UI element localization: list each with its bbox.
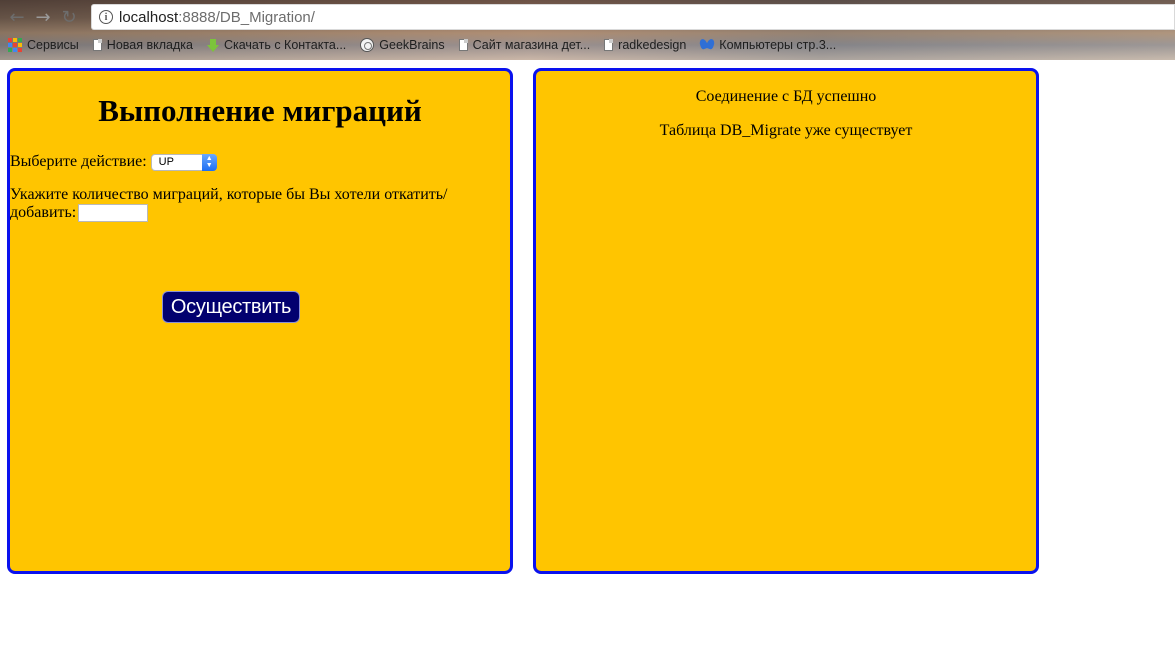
bookmark-shop[interactable]: Сайт магазина дет... bbox=[458, 38, 591, 52]
document-icon bbox=[92, 39, 102, 51]
bookmark-label: GeekBrains bbox=[379, 38, 445, 52]
bookmark-services[interactable]: Сервисы bbox=[8, 38, 79, 52]
action-row: Выберите действие: UP ▲ ▼ bbox=[10, 153, 217, 171]
count-row: Укажите количество миграций, которые бы … bbox=[10, 186, 480, 222]
info-icon[interactable]: i bbox=[99, 10, 113, 24]
apps-grid-icon bbox=[8, 38, 22, 52]
bookmarks-bar: Сервисы Новая вкладка Скачать с Контакта… bbox=[8, 34, 836, 56]
bookmark-geekbrains[interactable]: GeekBrains bbox=[360, 38, 445, 52]
submit-button[interactable]: Осуществить bbox=[162, 291, 300, 323]
action-select[interactable]: UP ▲ ▼ bbox=[150, 153, 217, 171]
bookmark-label: Сервисы bbox=[27, 38, 79, 52]
bookmark-label: Сайт магазина дет... bbox=[472, 38, 591, 52]
select-arrows-icon: ▲ ▼ bbox=[201, 153, 217, 171]
bookmark-computers[interactable]: Компьютеры стр.3... bbox=[700, 38, 836, 52]
migration-form-panel: Выполнение миграций Выберите действие: U… bbox=[7, 68, 513, 574]
forward-arrow-icon[interactable]: → bbox=[32, 6, 54, 28]
count-label: Укажите количество миграций, которые бы … bbox=[10, 186, 448, 221]
bookmark-label: Новая вкладка bbox=[106, 38, 193, 52]
browser-chrome: ← → ↻ i localhost:8888/DB_Migration/ Сер… bbox=[0, 0, 1175, 60]
reload-icon[interactable]: ↻ bbox=[58, 6, 80, 28]
page-title: Выполнение миграций bbox=[98, 93, 422, 128]
document-icon bbox=[458, 39, 468, 51]
browser-nav: ← → ↻ bbox=[6, 4, 80, 30]
brain-icon bbox=[360, 38, 375, 52]
document-icon bbox=[604, 39, 614, 51]
migration-count-input[interactable] bbox=[78, 204, 149, 222]
status-message-connection: Соединение с БД успешно bbox=[695, 88, 877, 105]
butterfly-icon bbox=[700, 39, 714, 51]
download-icon bbox=[206, 38, 219, 52]
result-panel: Соединение с БД успешно Таблица DB_Migra… bbox=[533, 68, 1039, 574]
action-label: Выберите действие: bbox=[10, 153, 147, 170]
url-host: localhost bbox=[119, 8, 179, 26]
url-path: :8888/DB_Migration/ bbox=[178, 8, 315, 26]
status-message-table: Таблица DB_Migrate уже существует bbox=[659, 122, 913, 139]
back-arrow-icon[interactable]: ← bbox=[6, 6, 28, 28]
address-bar[interactable]: i localhost:8888/DB_Migration/ bbox=[91, 4, 1175, 30]
url-text[interactable]: localhost:8888/DB_Migration/ bbox=[119, 9, 315, 26]
bookmark-download-vk[interactable]: Скачать с Контакта... bbox=[206, 38, 347, 52]
action-select-value: UP bbox=[158, 155, 174, 168]
bookmark-label: radkedesign bbox=[618, 38, 687, 52]
bookmark-new-tab[interactable]: Новая вкладка bbox=[92, 38, 193, 52]
bookmark-label: Компьютеры стр.3... bbox=[719, 38, 837, 52]
bookmark-label: Скачать с Контакта... bbox=[223, 38, 347, 52]
bookmark-radkedesign[interactable]: radkedesign bbox=[604, 38, 686, 52]
